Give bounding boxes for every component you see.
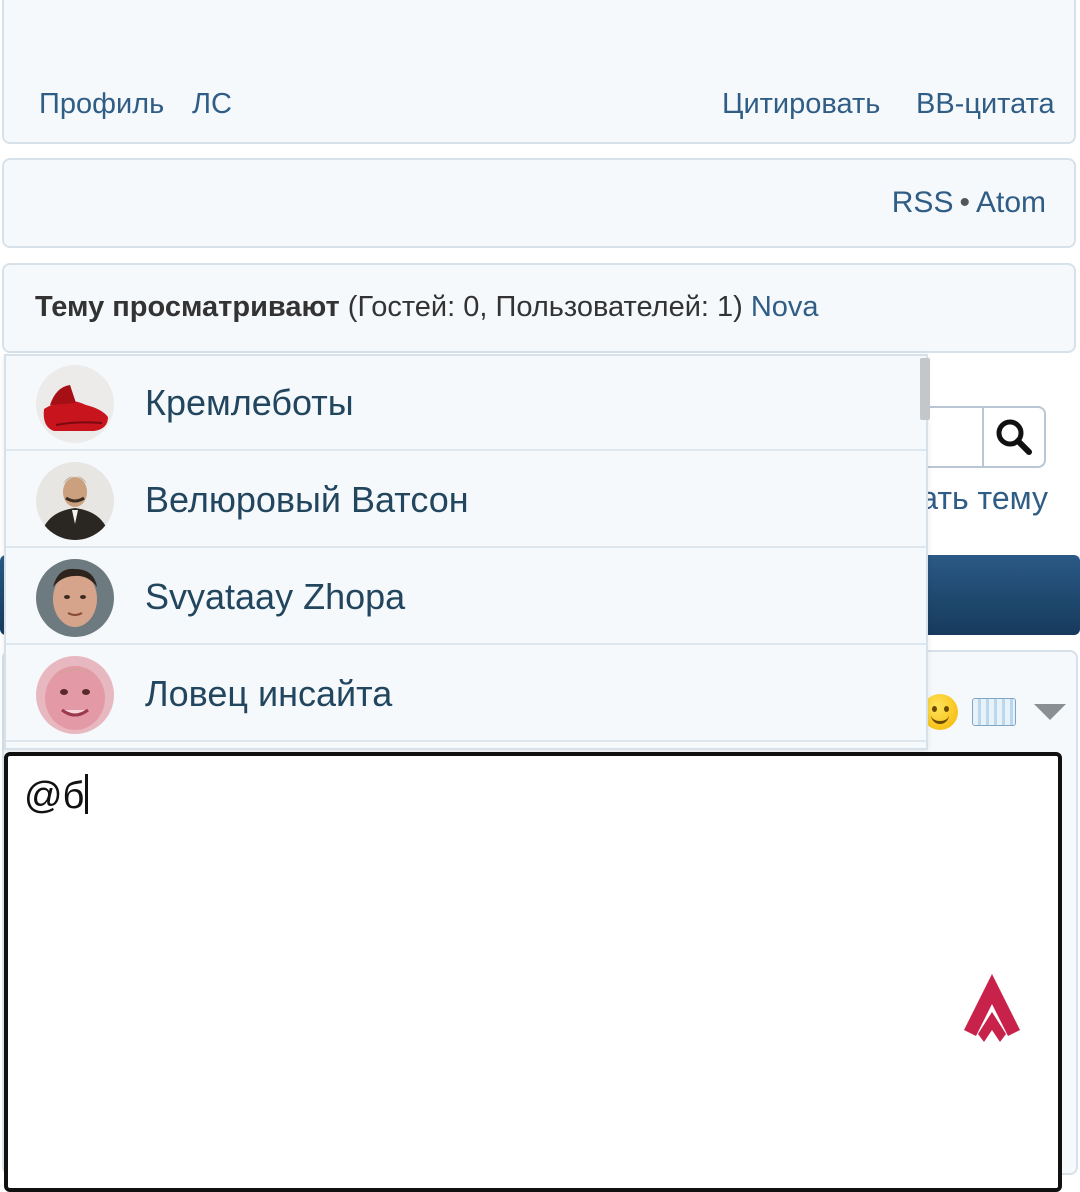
red-shoe-avatar	[36, 365, 114, 443]
new-topic-link[interactable]: ать тему	[920, 480, 1048, 517]
cut-off-text: ¹	[724, 0, 739, 16]
mention-suggestion-item[interactable]: Ловец инсайта	[6, 647, 926, 742]
message-text: @б	[24, 775, 85, 817]
man-in-suit-avatar	[36, 462, 114, 540]
mention-name: Ловец инсайта	[145, 673, 393, 714]
mention-name: Велюровый Ватсон	[145, 479, 469, 520]
chevron-up-icon	[964, 974, 1020, 1042]
rss-link[interactable]: RSS	[892, 186, 954, 219]
feed-separator: •	[959, 186, 970, 219]
atom-link[interactable]: Atom	[976, 186, 1046, 219]
feed-links: RSS • Atom	[892, 186, 1046, 220]
text-cursor	[85, 774, 89, 814]
man-face-avatar	[36, 559, 114, 637]
scroll-to-top-button[interactable]	[962, 972, 1022, 1049]
quote-link[interactable]: Цитировать	[722, 88, 880, 121]
message-textarea[interactable]: @б	[4, 752, 1062, 1192]
private-message-link[interactable]: ЛС	[192, 88, 232, 121]
mention-name: Кремлеботы	[145, 382, 354, 423]
mention-suggestion-item[interactable]: Кремлеботы	[6, 356, 926, 451]
mention-name: Svyataay Zhopa	[145, 576, 406, 617]
editor-toolbar	[922, 694, 1066, 730]
viewers-text: Тему просматривают (Гостей: 0, Пользоват…	[35, 291, 819, 324]
search-icon	[996, 419, 1032, 455]
dropdown-arrow-icon[interactable]	[1034, 704, 1066, 720]
profile-link[interactable]: Профиль	[39, 88, 164, 121]
post-footer-panel: ¹ ✊ ʼ Профиль ЛС Цитировать BB-цитата	[2, 0, 1076, 144]
pink-face-avatar	[36, 656, 114, 734]
viewer-user-link[interactable]: Nova	[751, 291, 819, 323]
dropdown-scrollbar[interactable]	[920, 358, 930, 420]
bb-quote-link[interactable]: BB-цитата	[916, 88, 1055, 121]
mention-suggestion-item[interactable]: Svyataay Zhopa	[6, 550, 926, 645]
mention-suggestions-dropdown: Кремлеботы Велюровый Ватсон Svyataay Zho…	[4, 354, 930, 750]
viewers-label: Тему просматривают	[35, 291, 340, 323]
keyboard-icon[interactable]	[972, 698, 1016, 726]
cut-off-emoji-icon: ✊	[878, 0, 908, 1]
topic-viewers-panel: Тему просматривают (Гостей: 0, Пользоват…	[2, 263, 1076, 353]
viewers-counts: (Гостей: 0, Пользователей: 1)	[347, 291, 743, 323]
cut-off-text: ʼ	[976, 0, 986, 16]
search-button[interactable]	[982, 408, 1044, 466]
mention-suggestion-item[interactable]: Велюровый Ватсон	[6, 453, 926, 548]
feeds-panel: RSS • Atom	[2, 158, 1076, 248]
